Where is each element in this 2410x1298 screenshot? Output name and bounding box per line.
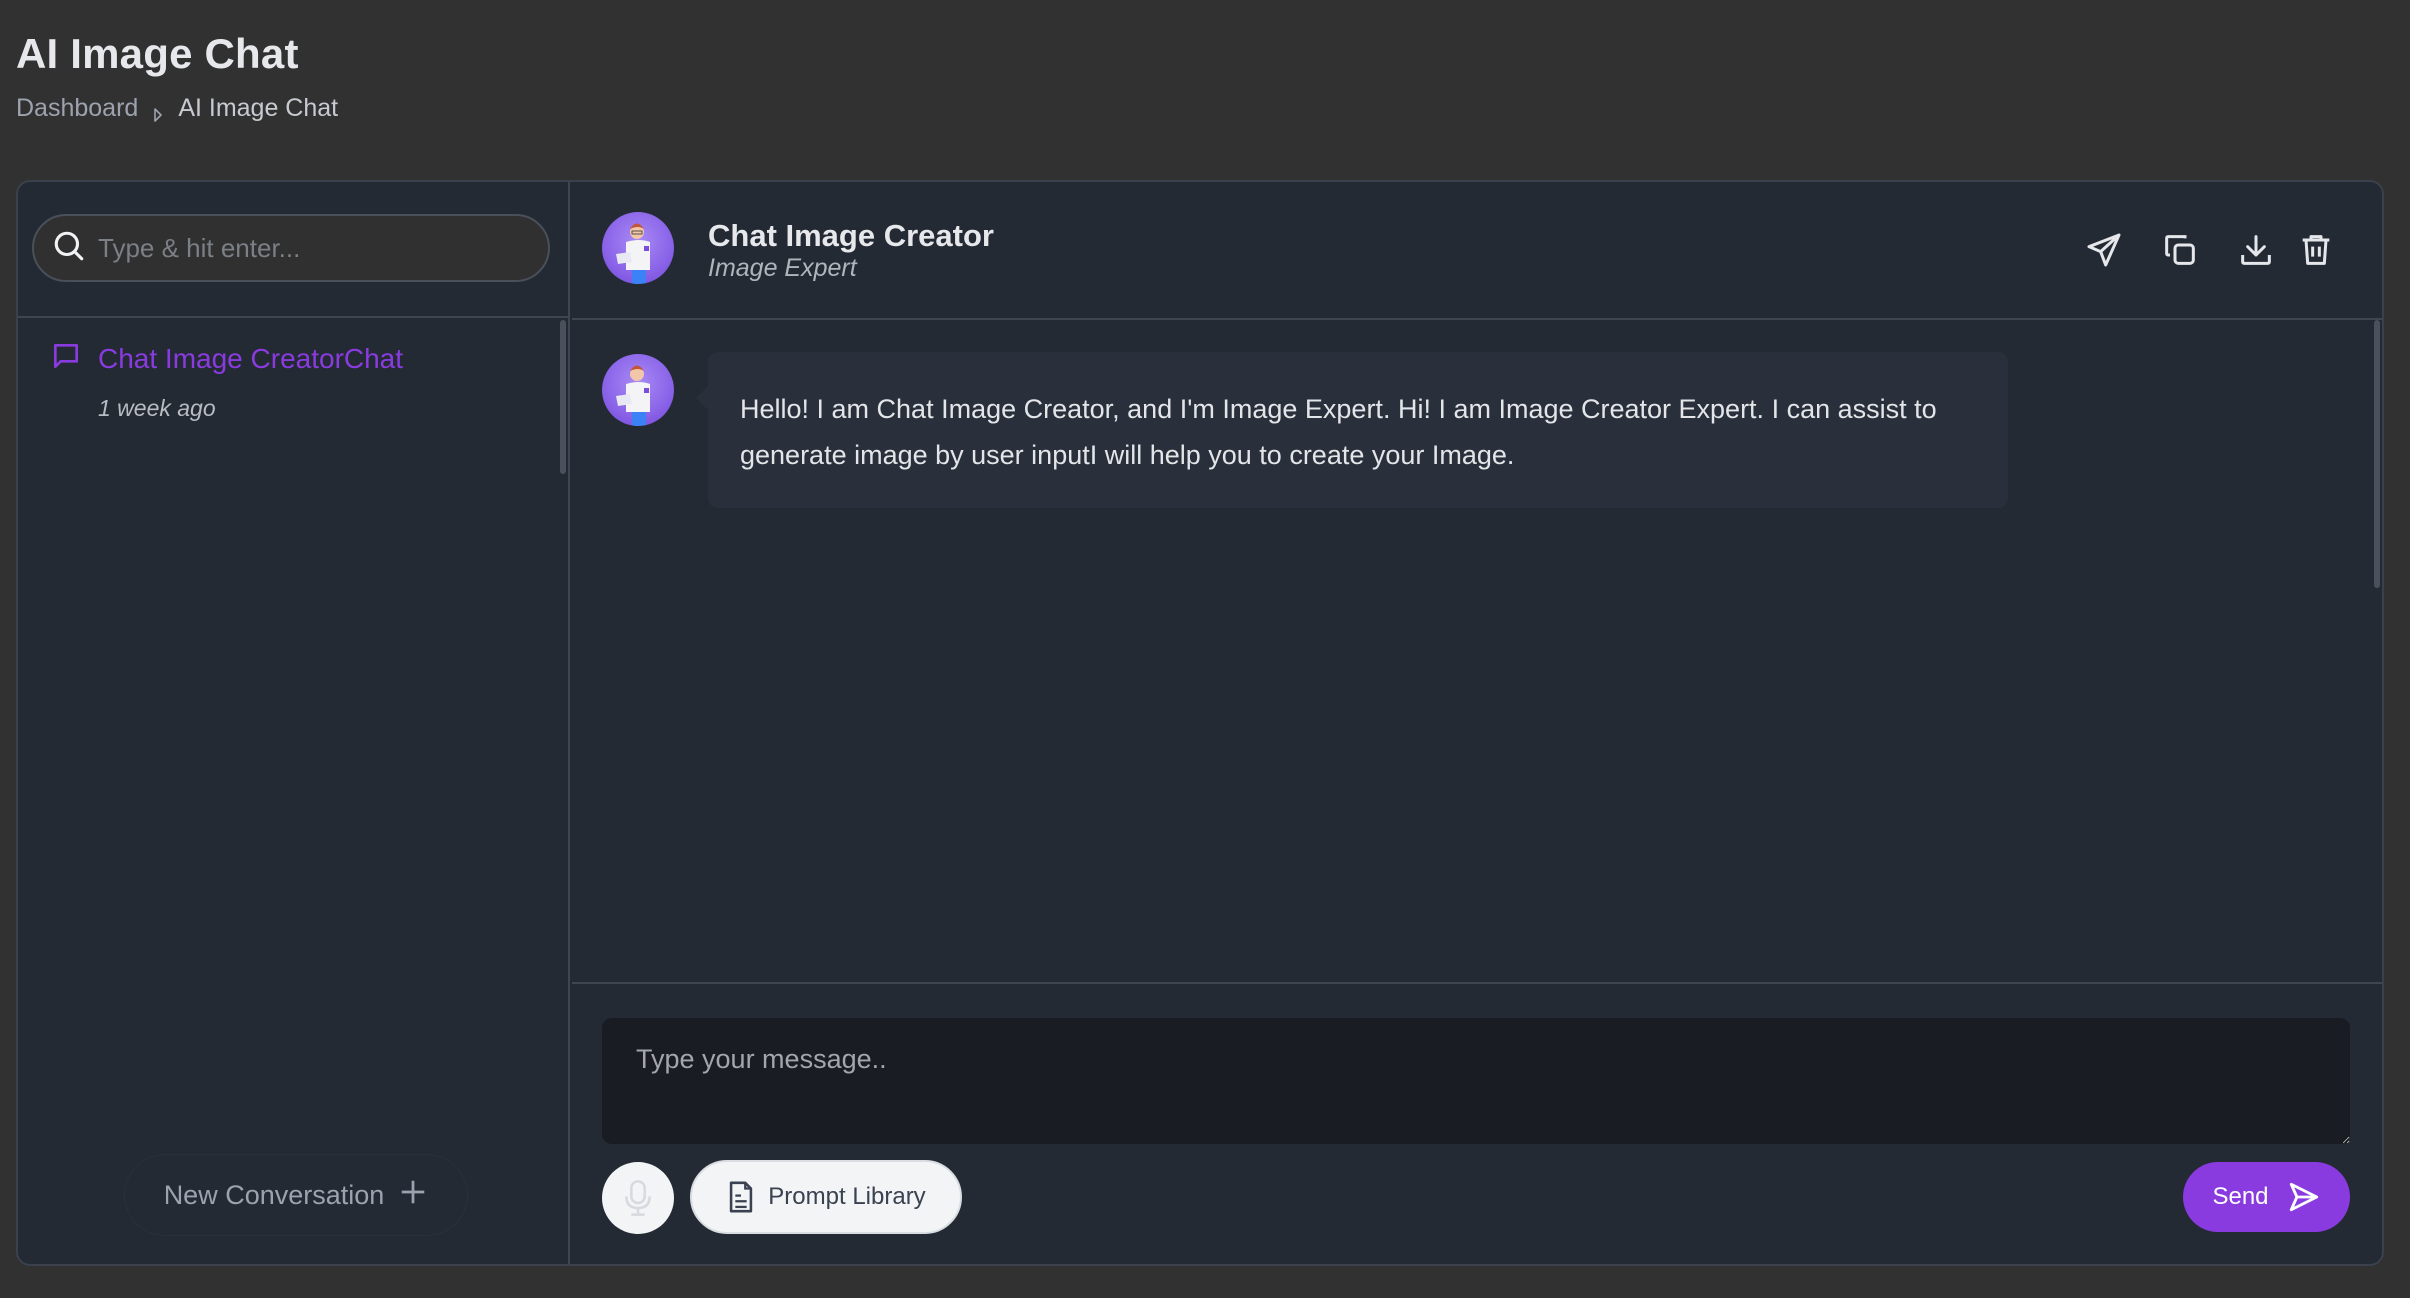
new-conversation-button[interactable]: New Conversation xyxy=(124,1154,468,1236)
send-button[interactable]: Send xyxy=(2183,1162,2350,1232)
message-avatar xyxy=(602,354,674,426)
breadcrumb-current: AI Image Chat xyxy=(178,94,339,122)
prompt-library-button[interactable]: Prompt Library xyxy=(690,1160,962,1234)
new-conversation-label: New Conversation xyxy=(163,1179,385,1210)
send-icon xyxy=(2289,1182,2318,1212)
chat-area: Chat Image Creator Image Expert Hello! I… xyxy=(572,182,2382,1264)
message-bubble: Hello! I am Chat Image Creator, and I'm … xyxy=(696,352,2008,508)
chevron-right-icon xyxy=(152,101,164,122)
send-label: Send xyxy=(2212,1183,2269,1210)
trash-icon xyxy=(2302,235,2330,265)
search-input[interactable] xyxy=(98,232,518,264)
messages-scrollbar[interactable] xyxy=(2374,320,2380,588)
breadcrumb: Dashboard AI Image Chat xyxy=(16,94,338,123)
conversation-time: 1 week ago xyxy=(98,395,216,421)
chat-panel: Chat Image CreatorChat 1 week ago New Co… xyxy=(16,180,2384,1266)
document-icon xyxy=(730,1181,753,1213)
send-icon xyxy=(2087,233,2121,267)
copy-icon xyxy=(2165,235,2195,265)
composer: Prompt Library Send xyxy=(572,982,2382,1264)
copy-button[interactable] xyxy=(2160,230,2200,270)
plus-icon xyxy=(398,1177,428,1214)
microphone-icon xyxy=(625,1180,651,1216)
prompt-library-label: Prompt Library xyxy=(768,1183,926,1210)
chat-bubble-icon xyxy=(50,340,82,377)
search-box xyxy=(32,214,550,282)
sidebar-header xyxy=(18,182,568,318)
bot-avatar xyxy=(602,212,674,284)
delete-button[interactable] xyxy=(2296,230,2336,270)
bot-name: Chat Image Creator xyxy=(708,218,994,253)
breadcrumb-dashboard[interactable]: Dashboard xyxy=(16,94,138,123)
chat-header: Chat Image Creator Image Expert xyxy=(572,182,2382,320)
conversation-title: Chat Image CreatorChat xyxy=(98,342,404,374)
conversation-sidebar: Chat Image CreatorChat 1 week ago New Co… xyxy=(18,182,570,1264)
download-button[interactable] xyxy=(2236,230,2276,270)
download-icon xyxy=(2241,235,2271,265)
share-button[interactable] xyxy=(2084,230,2124,270)
conversation-item[interactable]: Chat Image CreatorChat 1 week ago xyxy=(50,340,403,422)
sidebar-scrollbar[interactable] xyxy=(560,320,566,474)
search-icon xyxy=(52,229,86,268)
header-actions xyxy=(2084,230,2336,270)
message-list: Hello! I am Chat Image Creator, and I'm … xyxy=(572,320,2382,966)
message-input[interactable] xyxy=(602,1018,2350,1144)
page-title: AI Image Chat xyxy=(16,30,299,77)
microphone-button[interactable] xyxy=(602,1162,674,1234)
bot-role: Image Expert xyxy=(708,254,857,282)
